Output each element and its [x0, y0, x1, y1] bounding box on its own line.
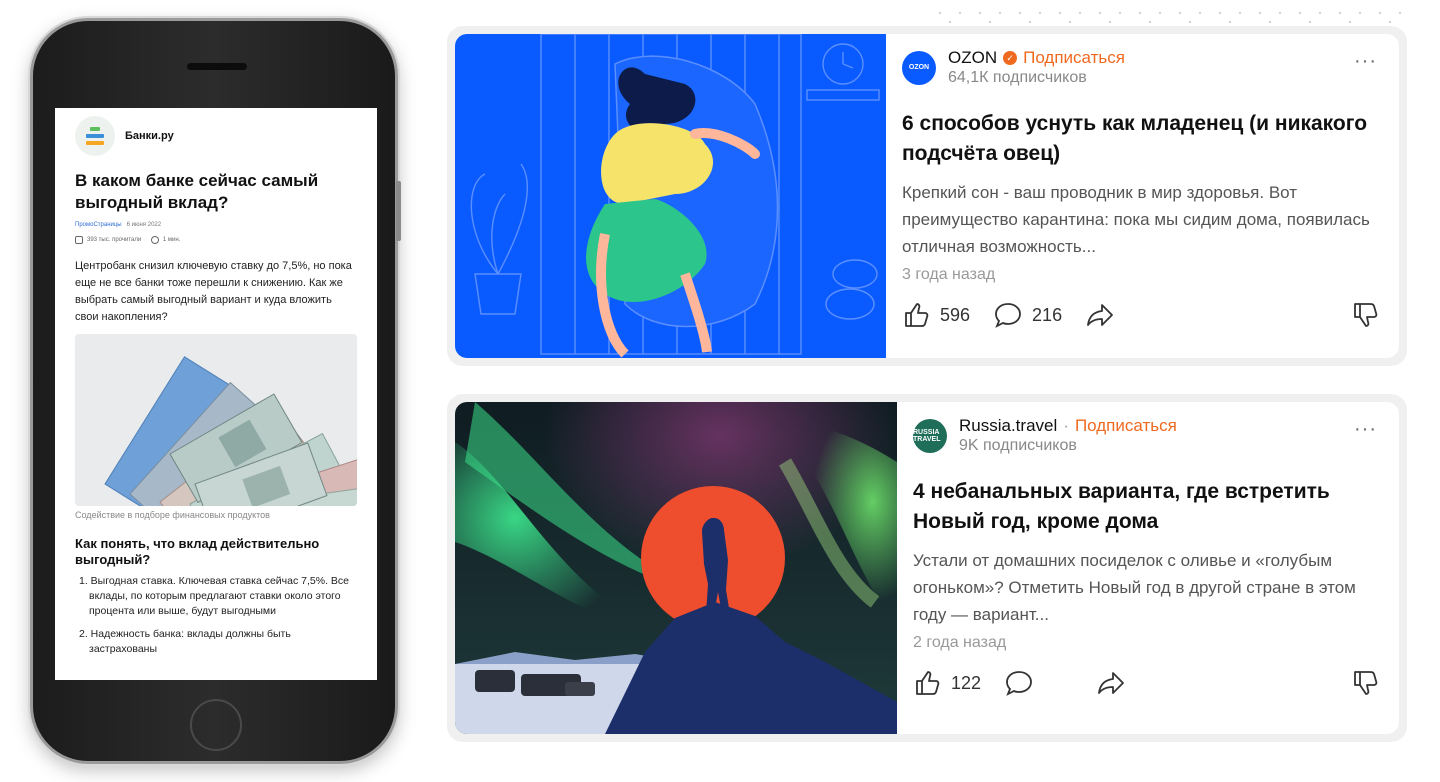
- article-lead: Центробанк снизил ключевую ставку до 7,5…: [75, 260, 352, 323]
- subscriber-count: 64,1К подписчиков: [948, 69, 1087, 86]
- subscribe-button[interactable]: Подписаться: [1075, 416, 1177, 436]
- screenshot-stage: Банки.ру В каком банке сейчас самый выго…: [0, 0, 1440, 782]
- like-icon: [916, 671, 940, 695]
- russia-travel-logo-icon[interactable]: RUSSIA TRAVEL: [913, 418, 947, 453]
- separator-dot: ·: [1063, 416, 1069, 435]
- like-icon: [905, 303, 929, 327]
- ozon-logo-icon[interactable]: OZON: [902, 50, 936, 85]
- list-item: 2. Надежность банка: вклады должны быть …: [79, 628, 291, 655]
- banki-ru-logo-icon: [75, 116, 115, 156]
- comment-count: 216: [1032, 304, 1063, 325]
- article-channel-header[interactable]: Банки.ру: [75, 116, 357, 156]
- phone-home-button: [190, 699, 242, 751]
- card-actions: 122: [913, 668, 1381, 698]
- dislike-button[interactable]: [1351, 300, 1381, 330]
- channel-name[interactable]: OZON: [948, 48, 997, 68]
- subscribe-button[interactable]: Подписаться: [1023, 48, 1125, 68]
- channel-name[interactable]: Russia.travel: [959, 416, 1057, 436]
- channel-line: OZON ✓ Подписаться: [948, 48, 1125, 68]
- dislike-button[interactable]: [1351, 668, 1381, 698]
- dislike-icon: [1354, 671, 1378, 695]
- article-views: 393 тыс. прочитали: [87, 237, 142, 243]
- article-read-time: 1 мин.: [162, 237, 181, 243]
- article-list: 1. Выгодная ставка. Ключевая ставка сейч…: [75, 574, 357, 657]
- banknotes-illustration: [75, 334, 357, 506]
- dislike-icon: [1354, 303, 1378, 327]
- banknotes-image: [75, 334, 357, 506]
- image-caption: Содействие в подборе финансовых продукто…: [75, 510, 270, 520]
- comment-icon: [1006, 671, 1032, 696]
- phone-screen: Банки.ру В каком банке сейчас самый выго…: [55, 108, 377, 680]
- article-subheading: Как понять, что вклад действительно выго…: [75, 536, 320, 567]
- card-description[interactable]: Крепкий сон - ваш проводник в мир здоров…: [902, 179, 1381, 260]
- share-icon: [1087, 304, 1113, 326]
- channel-line: Russia.travel · Подписаться: [959, 416, 1177, 436]
- card-title[interactable]: 6 способов уснуть как младенец (и никако…: [902, 109, 1381, 169]
- sleeping-woman-illustration: [455, 34, 886, 358]
- card-inner: OZON OZON ✓ Подписаться 64,1К подписчико…: [455, 34, 1399, 358]
- verified-check-icon: ✓: [1003, 51, 1018, 65]
- comment-button[interactable]: 216: [992, 300, 1062, 330]
- article-stats: 393 тыс. прочитали 1 мин.: [75, 236, 357, 244]
- card-title[interactable]: 4 небанальных варианта, где встретить Но…: [913, 477, 1381, 537]
- channel-row: RUSSIA TRAVEL Russia.travel · Подписатьс…: [913, 416, 1381, 455]
- decorative-dot-pattern: [938, 11, 1402, 24]
- share-button[interactable]: [1084, 300, 1116, 330]
- article-title: В каком банке сейчас самый выгодный вкла…: [75, 171, 319, 212]
- card-timestamp: 3 года назад: [902, 266, 996, 283]
- article-meta: ПромоСтраницы 6 июня 2022: [75, 222, 357, 228]
- channel-text: OZON ✓ Подписаться 64,1К подписчиков: [948, 48, 1125, 87]
- more-options-icon[interactable]: ···: [1354, 419, 1377, 439]
- card-info: OZON OZON ✓ Подписаться 64,1К подписчико…: [886, 34, 1399, 358]
- like-button[interactable]: 596: [902, 300, 970, 330]
- card-image-sleep[interactable]: [455, 34, 886, 358]
- article-source-link[interactable]: ПромоСтраницы: [75, 222, 122, 228]
- like-count: 596: [940, 304, 971, 325]
- phone-speaker: [187, 63, 247, 70]
- channel-row: OZON OZON ✓ Подписаться 64,1К подписчико…: [902, 48, 1381, 87]
- card-inner: RUSSIA TRAVEL Russia.travel · Подписатьс…: [455, 402, 1399, 734]
- aurora-illustration: [455, 402, 897, 734]
- card-timestamp: 2 года назад: [913, 634, 1007, 651]
- phone-mockup: Банки.ру В каком банке сейчас самый выго…: [30, 18, 401, 764]
- subscriber-count: 9K подписчиков: [959, 437, 1077, 454]
- views-icon: [75, 236, 83, 244]
- card-description[interactable]: Устали от домашних посиделок с оливье и …: [913, 547, 1381, 628]
- card-actions: 596 216: [902, 300, 1381, 330]
- article-date: 6 июня 2022: [126, 222, 162, 228]
- feed-card-russia-travel[interactable]: RUSSIA TRAVEL Russia.travel · Подписатьс…: [447, 394, 1407, 742]
- clock-icon: [150, 236, 159, 244]
- share-button[interactable]: [1095, 668, 1127, 698]
- list-item: 1. Выгодная ставка. Ключевая ставка сейч…: [79, 575, 349, 617]
- channel-text: Russia.travel · Подписаться 9K подписчик…: [959, 416, 1177, 455]
- share-icon: [1098, 672, 1124, 694]
- feed-card-ozon[interactable]: OZON OZON ✓ Подписаться 64,1К подписчико…: [447, 26, 1407, 366]
- card-info: RUSSIA TRAVEL Russia.travel · Подписатьс…: [897, 402, 1399, 734]
- more-options-icon[interactable]: ···: [1354, 51, 1377, 71]
- like-count: 122: [951, 672, 982, 693]
- like-button[interactable]: 122: [913, 668, 981, 698]
- comment-button[interactable]: [1003, 668, 1043, 698]
- phone-side-button: [396, 181, 401, 241]
- card-image-aurora[interactable]: [455, 402, 897, 734]
- comment-icon: [995, 303, 1021, 328]
- article-channel-name[interactable]: Банки.ру: [125, 130, 174, 142]
